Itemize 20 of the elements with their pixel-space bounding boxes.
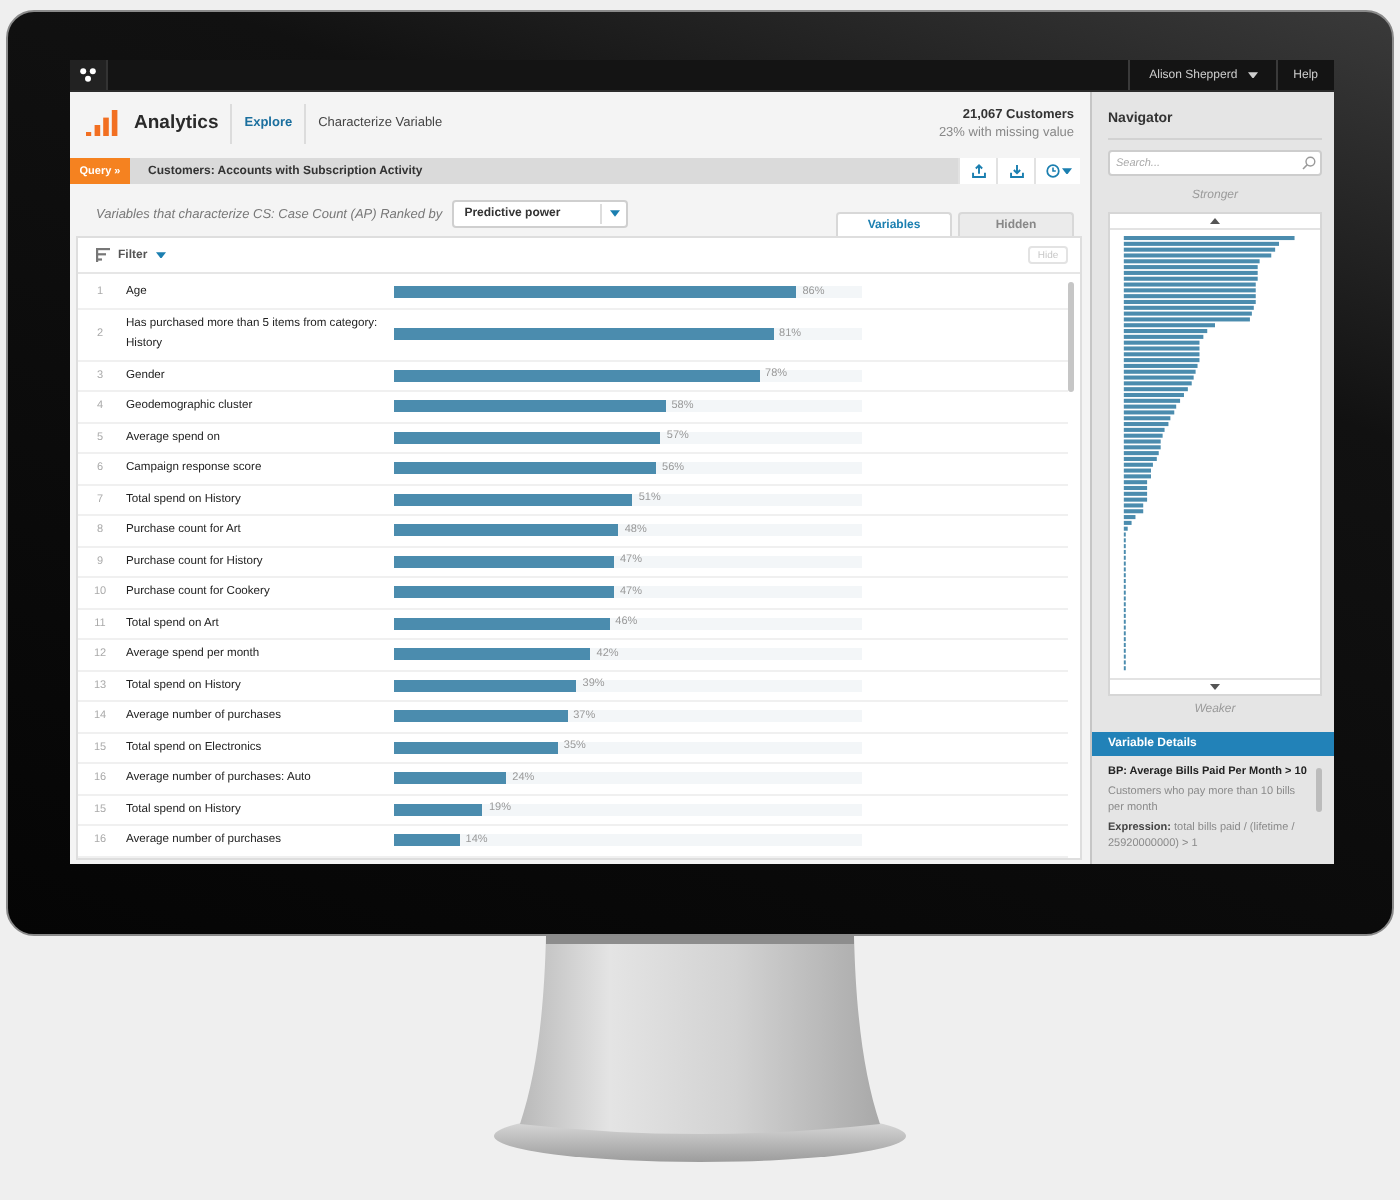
up-triangle-icon[interactable] bbox=[1210, 218, 1220, 224]
caret-icon bbox=[609, 210, 620, 218]
bar-chart-icon bbox=[86, 110, 118, 136]
navigator-bar-series[interactable] bbox=[1123, 236, 1295, 671]
upload-icon bbox=[971, 164, 985, 178]
three-dots-icon bbox=[80, 68, 96, 82]
down-triangle-icon[interactable] bbox=[1210, 684, 1220, 690]
app-title: Analytics bbox=[134, 112, 219, 134]
caret-icon bbox=[1061, 167, 1071, 175]
scrollbar-thumb[interactable] bbox=[1316, 768, 1322, 812]
filter-icon bbox=[96, 248, 110, 262]
scrollbar-thumb[interactable] bbox=[1068, 282, 1074, 392]
download-button[interactable] bbox=[996, 158, 1034, 184]
history-button[interactable] bbox=[1034, 158, 1080, 184]
upload-button[interactable] bbox=[958, 158, 996, 184]
download-icon bbox=[1009, 164, 1023, 178]
search-icon[interactable] bbox=[1302, 156, 1316, 170]
clock-icon bbox=[1045, 164, 1059, 178]
caret-icon bbox=[155, 251, 166, 259]
caret-icon bbox=[1247, 71, 1258, 79]
